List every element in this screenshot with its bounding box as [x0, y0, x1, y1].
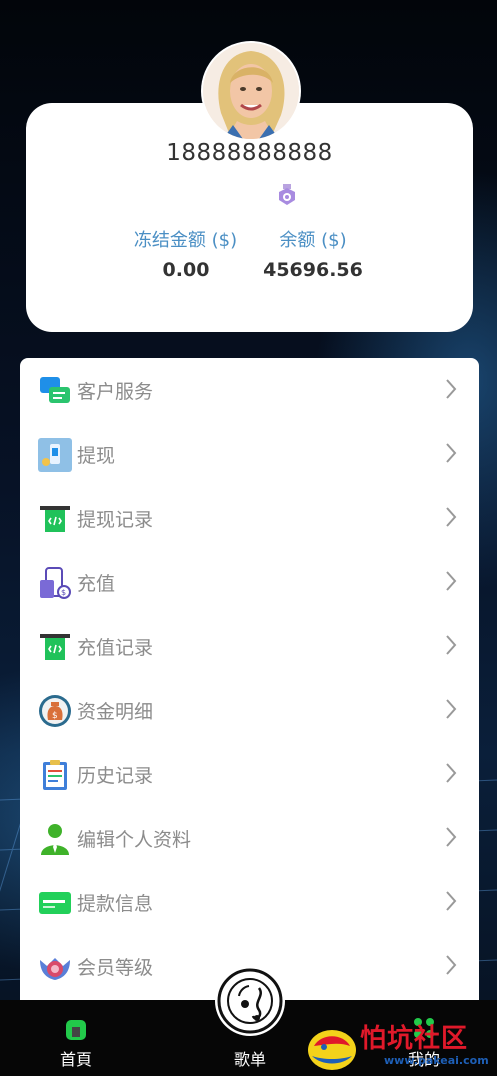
chevron-right-icon	[446, 891, 457, 911]
menu-item-label: 提现	[77, 445, 116, 467]
menu-item-withdrawal-info[interactable]: 提款信息	[20, 870, 479, 934]
recharge-record-icon	[40, 634, 70, 660]
menu-item-fund-details[interactable]: $ 资金明细	[20, 678, 479, 742]
home-icon	[66, 1020, 86, 1040]
menu-item-recharge[interactable]: $ 充值	[20, 550, 479, 614]
music-disc-icon	[217, 968, 283, 1034]
menu-item-label: 会员等级	[77, 957, 154, 979]
watermark-url: www.pakeai.com	[384, 1054, 489, 1067]
customer-service-icon	[40, 377, 70, 403]
menu-item-withdraw-record[interactable]: 提现记录	[20, 486, 479, 550]
clipboard-icon	[43, 760, 67, 790]
chevron-right-icon	[446, 379, 457, 399]
chevron-right-icon	[446, 507, 457, 527]
avatar[interactable]	[203, 43, 299, 139]
chevron-right-icon	[446, 635, 457, 655]
svg-text:$: $	[61, 588, 66, 597]
menu-item-edit-profile[interactable]: 编辑个人资料	[20, 806, 479, 870]
frozen-amount-value: 0.00	[162, 259, 210, 281]
user-phone: 18888888888	[166, 140, 333, 166]
balance-value: 45696.56	[263, 259, 363, 281]
svg-text:$: $	[52, 711, 58, 721]
vip-level-icon	[40, 958, 70, 980]
account-menu: 客户服务 提现 提现记录 $ 充值 充值记录 $ 资金明细 历史记录 编辑个人资…	[20, 358, 479, 1008]
center-music-button[interactable]	[215, 966, 285, 1036]
menu-item-label: 编辑个人资料	[77, 829, 192, 851]
chevron-right-icon	[446, 571, 457, 591]
menu-item-history[interactable]: 历史记录	[20, 742, 479, 806]
tab-playlist-label: 歌单	[233, 1050, 266, 1069]
menu-item-label: 历史记录	[77, 765, 154, 787]
chevron-right-icon	[446, 955, 457, 975]
menu-item-customer-service[interactable]: 客户服务	[20, 358, 479, 422]
menu-item-recharge-record[interactable]: 充值记录	[20, 614, 479, 678]
card-icon	[39, 892, 71, 914]
menu-item-label: 客户服务	[77, 381, 154, 403]
withdraw-icon	[38, 438, 72, 472]
tab-home[interactable]: 首頁	[16, 1000, 136, 1076]
money-bag-icon: $	[39, 695, 71, 727]
chevron-right-icon	[446, 827, 457, 847]
recharge-icon: $	[40, 567, 71, 599]
menu-item-label: 充值记录	[77, 637, 154, 659]
menu-item-withdraw[interactable]: 提现	[20, 422, 479, 486]
menu-item-label: 充值	[77, 573, 116, 595]
vip-badge-icon	[279, 184, 295, 205]
menu-item-label: 提款信息	[77, 893, 154, 915]
tab-home-label: 首頁	[59, 1050, 92, 1069]
menu-item-label: 提现记录	[77, 509, 154, 531]
chevron-right-icon	[446, 763, 457, 783]
withdraw-record-icon	[40, 506, 70, 532]
watermark-text: 怕坑社区	[360, 1024, 469, 1054]
chevron-right-icon	[446, 443, 457, 463]
user-profile-icon	[41, 824, 69, 855]
frozen-amount-label: 冻结金额 ($)	[133, 230, 238, 251]
menu-item-label: 资金明细	[77, 701, 154, 723]
avatar-portrait-icon	[203, 43, 299, 139]
chevron-right-icon	[446, 699, 457, 719]
balance-label: 余额 ($)	[279, 230, 347, 251]
